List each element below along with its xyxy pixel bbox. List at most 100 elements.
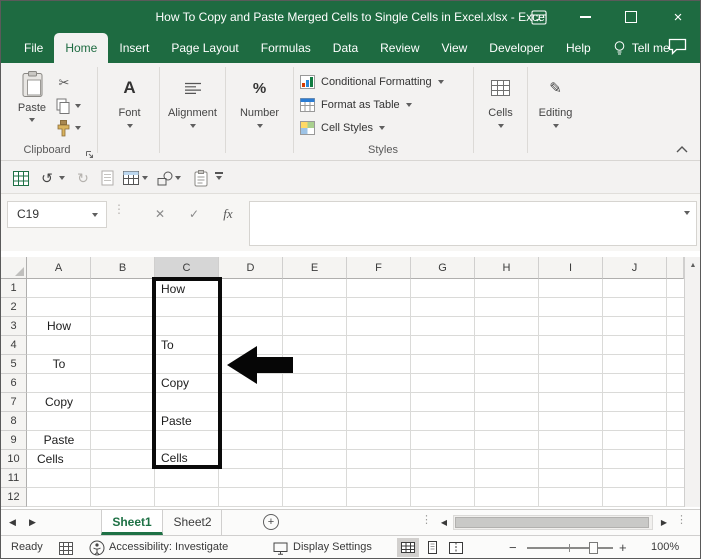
enter-button[interactable]: ✓ bbox=[181, 201, 207, 227]
col-header-d[interactable]: D bbox=[219, 257, 283, 279]
cut-button[interactable]: ✂ bbox=[55, 75, 73, 93]
undo-dropdown-icon[interactable] bbox=[59, 176, 65, 180]
accessibility-label[interactable]: Accessibility: Investigate bbox=[109, 536, 228, 559]
row-header-1[interactable]: 1 bbox=[1, 279, 27, 298]
ribbon-display-options-button[interactable] bbox=[516, 1, 562, 33]
document-tool-button[interactable] bbox=[97, 168, 117, 188]
cell-a7[interactable]: Copy bbox=[27, 393, 91, 412]
editing-group-button[interactable]: ✎ Editing bbox=[529, 69, 582, 155]
cell-a9[interactable]: Paste bbox=[27, 431, 91, 450]
qat-more-commands-button[interactable] bbox=[215, 172, 223, 180]
view-normal-button[interactable] bbox=[397, 538, 419, 557]
format-painter-button[interactable] bbox=[56, 120, 71, 142]
col-header-i[interactable]: I bbox=[539, 257, 603, 279]
tab-home[interactable]: Home bbox=[54, 33, 108, 63]
scroll-up-button[interactable]: ▲ bbox=[685, 257, 701, 273]
hscroll-left-button[interactable]: ◀ bbox=[437, 515, 451, 530]
cell-c10[interactable]: Cells bbox=[161, 449, 217, 468]
select-all-button[interactable] bbox=[1, 257, 27, 279]
zoom-slider-track[interactable] bbox=[527, 547, 613, 549]
format-as-table-button[interactable]: Format as Table bbox=[300, 94, 412, 115]
cell-c6[interactable]: Copy bbox=[161, 374, 217, 393]
view-page-break-button[interactable] bbox=[445, 538, 467, 557]
cell-a10[interactable]: Cells bbox=[27, 450, 91, 469]
font-group-button[interactable]: A Font bbox=[101, 69, 158, 155]
cell-a3[interactable]: How bbox=[27, 317, 91, 336]
tab-splitter-grip[interactable]: ⋮ bbox=[421, 513, 432, 526]
row-header-8[interactable]: 8 bbox=[1, 412, 27, 431]
new-sheet-button[interactable]: + bbox=[263, 514, 279, 530]
minimize-button[interactable] bbox=[562, 1, 608, 33]
worksheet-grid[interactable] bbox=[27, 279, 684, 507]
row-header-6[interactable]: 6 bbox=[1, 374, 27, 393]
col-header-c[interactable]: C bbox=[155, 257, 219, 279]
collapse-ribbon-button[interactable] bbox=[675, 141, 689, 159]
sheet-nav-left-icon[interactable]: ◀ bbox=[9, 510, 16, 535]
tab-file[interactable]: File bbox=[13, 33, 54, 63]
cell-c1[interactable]: How bbox=[161, 280, 217, 299]
row-header-7[interactable]: 7 bbox=[1, 393, 27, 412]
macro-record-button[interactable] bbox=[59, 542, 73, 558]
insert-table-button[interactable] bbox=[121, 168, 141, 188]
insert-table-dropdown-icon[interactable] bbox=[142, 176, 148, 180]
col-header-a[interactable]: A bbox=[27, 257, 91, 279]
sheet-nav-right-icon[interactable]: ▶ bbox=[29, 510, 36, 535]
copy-dropdown-icon[interactable] bbox=[75, 104, 81, 108]
close-button[interactable]: × bbox=[654, 1, 701, 33]
number-group-button[interactable]: % Number bbox=[227, 69, 292, 155]
cancel-button[interactable]: ✕ bbox=[147, 201, 173, 227]
redo-button[interactable]: ↻ bbox=[73, 168, 93, 188]
shapes-dropdown-icon[interactable] bbox=[175, 176, 181, 180]
zoom-slider-thumb[interactable] bbox=[589, 542, 598, 554]
undo-button[interactable]: ↺ bbox=[37, 168, 57, 188]
tab-review[interactable]: Review bbox=[369, 33, 430, 63]
conditional-formatting-button[interactable]: Conditional Formatting bbox=[300, 71, 444, 92]
formula-expand-icon[interactable] bbox=[684, 211, 690, 215]
tab-page-layout[interactable]: Page Layout bbox=[160, 33, 249, 63]
row-header-9[interactable]: 9 bbox=[1, 431, 27, 450]
name-box[interactable]: C19 bbox=[7, 201, 107, 228]
view-page-layout-button[interactable] bbox=[421, 538, 443, 557]
zoom-level-label[interactable]: 100% bbox=[651, 536, 679, 559]
row-header-12[interactable]: 12 bbox=[1, 488, 27, 507]
cell-styles-button[interactable]: Cell Styles bbox=[300, 117, 385, 138]
clipboard-pane-button[interactable] bbox=[191, 168, 211, 188]
row-header-10[interactable]: 10 bbox=[1, 450, 27, 469]
formula-input[interactable] bbox=[249, 201, 697, 246]
col-header-f[interactable]: F bbox=[347, 257, 411, 279]
name-box-dropdown-icon[interactable] bbox=[92, 213, 98, 217]
tab-sheet2[interactable]: Sheet2 bbox=[164, 510, 222, 535]
zoom-in-button[interactable]: + bbox=[619, 536, 627, 559]
row-header-3[interactable]: 3 bbox=[1, 317, 27, 336]
comments-button[interactable] bbox=[667, 37, 688, 60]
row-header-2[interactable]: 2 bbox=[1, 298, 27, 317]
col-header-b[interactable]: B bbox=[91, 257, 155, 279]
insert-function-button[interactable]: fx bbox=[215, 201, 241, 227]
tab-sheet1[interactable]: Sheet1 bbox=[101, 510, 163, 535]
cell-c8[interactable]: Paste bbox=[161, 412, 217, 431]
tab-developer[interactable]: Developer bbox=[478, 33, 555, 63]
col-header-h[interactable]: H bbox=[475, 257, 539, 279]
cells-group-button[interactable]: Cells bbox=[475, 69, 526, 155]
row-header-4[interactable]: 4 bbox=[1, 336, 27, 355]
paste-button[interactable]: Paste bbox=[13, 69, 51, 141]
row-header-5[interactable]: 5 bbox=[1, 355, 27, 374]
pane-splitter-grip[interactable]: ⋮ bbox=[676, 513, 687, 526]
hscroll-right-button[interactable]: ▶ bbox=[657, 515, 671, 530]
name-box-splitter[interactable]: ⋮ bbox=[113, 202, 125, 216]
tab-insert[interactable]: Insert bbox=[108, 33, 160, 63]
col-header-j[interactable]: J bbox=[603, 257, 667, 279]
vertical-scrollbar[interactable]: ▲ ▼ bbox=[684, 257, 701, 507]
tab-data[interactable]: Data bbox=[322, 33, 369, 63]
display-settings-label[interactable]: Display Settings bbox=[293, 536, 372, 559]
maximize-button[interactable] bbox=[608, 1, 654, 33]
shapes-button[interactable] bbox=[155, 168, 175, 188]
cell-c4[interactable]: To bbox=[161, 336, 217, 355]
tab-view[interactable]: View bbox=[431, 33, 479, 63]
row-header-11[interactable]: 11 bbox=[1, 469, 27, 488]
col-header-e[interactable]: E bbox=[283, 257, 347, 279]
zoom-out-button[interactable]: − bbox=[509, 536, 517, 559]
copy-button[interactable] bbox=[56, 98, 70, 120]
horizontal-scroll-thumb[interactable] bbox=[455, 517, 649, 528]
horizontal-scrollbar[interactable] bbox=[453, 515, 653, 530]
